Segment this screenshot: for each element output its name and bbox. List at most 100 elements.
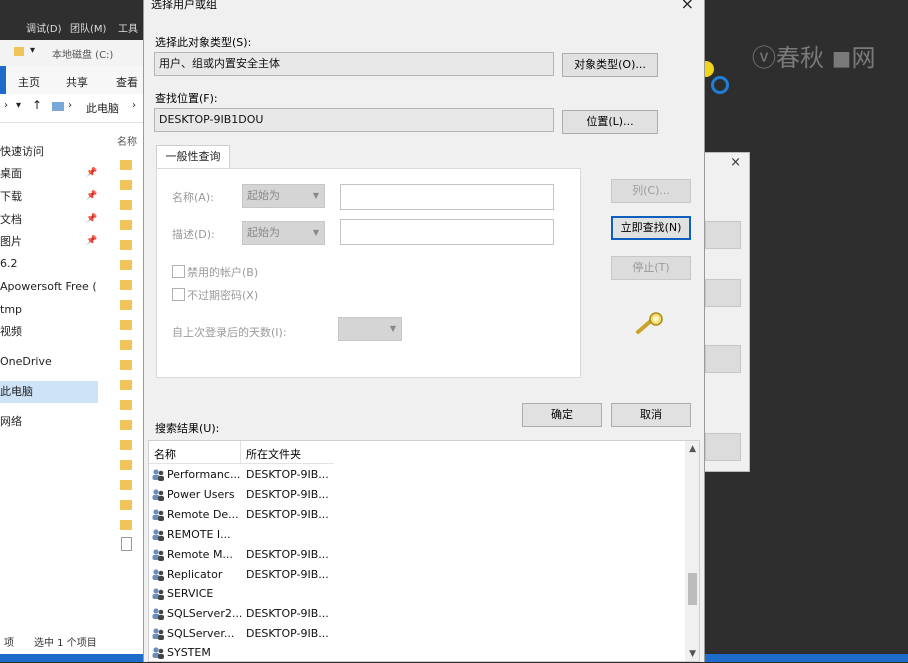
column-divider[interactable] bbox=[240, 441, 241, 463]
name-match-select[interactable]: 起始为 ▼ bbox=[242, 184, 325, 208]
folder-icon[interactable] bbox=[120, 320, 132, 330]
result-row[interactable]: REMOTE I... bbox=[149, 525, 689, 545]
nav-desktop[interactable]: 桌面 bbox=[0, 164, 22, 184]
pin-icon[interactable]: 📌 bbox=[86, 191, 97, 201]
pin-icon[interactable]: 📌 bbox=[86, 168, 97, 178]
menu-debug[interactable]: 调试(D) bbox=[26, 20, 62, 35]
nav-folder-6-2[interactable]: 6.2 bbox=[0, 254, 18, 274]
folder-icon[interactable] bbox=[120, 500, 132, 510]
name-input[interactable] bbox=[340, 184, 554, 210]
folder-icon[interactable] bbox=[120, 420, 132, 430]
result-row[interactable]: SYSTEM bbox=[149, 643, 689, 663]
result-row[interactable]: SQLServer2... DESKTOP-9IB... bbox=[149, 604, 689, 624]
select-users-dialog: 选择用户或组 × 选择此对象类型(S): 用户、组或内置安全主体 对象类型(O)… bbox=[143, 0, 705, 662]
stop-button[interactable]: 停止(T) bbox=[611, 256, 691, 280]
result-row[interactable]: Remote M... DESKTOP-9IB... bbox=[149, 545, 689, 565]
description-input[interactable] bbox=[340, 219, 554, 245]
result-row[interactable]: Remote De... DESKTOP-9IB... bbox=[149, 505, 689, 525]
pin-icon[interactable]: 📌 bbox=[86, 214, 97, 224]
object-types-button[interactable]: 对象类型(O)... bbox=[562, 53, 658, 77]
search-results-label: 搜索结果(U): bbox=[155, 422, 220, 435]
folder-icon[interactable] bbox=[120, 460, 132, 470]
nav-pictures[interactable]: 图片 bbox=[0, 232, 22, 252]
background-dialog-button[interactable] bbox=[705, 345, 741, 373]
column-header-name[interactable]: 名称 bbox=[154, 446, 176, 462]
tab-share[interactable]: 共享 bbox=[66, 74, 88, 90]
search-results-list[interactable]: 名称 所在文件夹 Performanc... DESKTOP-9IB... Po… bbox=[148, 440, 700, 662]
result-name: Remote M... bbox=[167, 548, 233, 561]
recent-dropdown-icon[interactable]: ▾ bbox=[16, 100, 21, 111]
result-row[interactable]: SERVICE bbox=[149, 584, 689, 604]
folder-icon[interactable] bbox=[120, 200, 132, 210]
folder-icon[interactable] bbox=[120, 380, 132, 390]
cancel-button[interactable]: 取消 bbox=[611, 403, 691, 427]
search-people-icon bbox=[636, 312, 663, 334]
result-name: REMOTE I... bbox=[167, 528, 231, 541]
ribbon-tabs: 主页 共享 查看 bbox=[0, 66, 150, 95]
nav-tmp[interactable]: tmp bbox=[0, 300, 22, 320]
menu-tools[interactable]: 工具 bbox=[118, 20, 138, 35]
folder-icon[interactable] bbox=[120, 340, 132, 350]
breadcrumb-this-pc[interactable]: 此电脑 bbox=[86, 100, 119, 116]
file-explorer-window: 调试(D) 团队(M) 工具 ▾ 本地磁盘 (C:) 主页 共享 查看 › ▾ … bbox=[0, 0, 150, 662]
tab-view[interactable]: 查看 bbox=[116, 74, 138, 90]
nav-apowersoft[interactable]: Apowersoft Free ( bbox=[0, 277, 97, 297]
folder-icon[interactable] bbox=[120, 160, 132, 170]
up-arrow-icon[interactable]: ↑ bbox=[32, 98, 42, 112]
close-icon[interactable]: × bbox=[730, 155, 741, 170]
locations-button[interactable]: 位置(L)... bbox=[562, 110, 658, 134]
days-since-logon-select[interactable]: ▼ bbox=[338, 317, 402, 341]
pin-icon[interactable]: 📌 bbox=[86, 236, 97, 246]
results-scrollbar[interactable]: ▲ ▼ bbox=[685, 441, 699, 661]
background-dialog-button[interactable] bbox=[705, 433, 741, 461]
scroll-down-icon[interactable]: ▼ bbox=[689, 649, 696, 659]
nav-network[interactable]: 网络 bbox=[0, 412, 22, 432]
folder-icon[interactable] bbox=[120, 360, 132, 370]
folder-icon[interactable] bbox=[120, 220, 132, 230]
column-header-name[interactable]: 名称 bbox=[117, 133, 137, 148]
background-dialog-button[interactable] bbox=[705, 279, 741, 307]
result-row[interactable]: Replicator DESKTOP-9IB... bbox=[149, 565, 689, 585]
result-name: Power Users bbox=[167, 488, 235, 501]
nav-documents[interactable]: 文档 bbox=[0, 210, 22, 230]
folder-icon[interactable] bbox=[120, 520, 132, 530]
folder-icon[interactable] bbox=[120, 480, 132, 490]
background-dialog-button[interactable] bbox=[705, 221, 741, 249]
scroll-thumb[interactable] bbox=[688, 573, 697, 605]
column-header-folder[interactable]: 所在文件夹 bbox=[246, 446, 301, 462]
file-icon[interactable] bbox=[121, 537, 132, 551]
tab-common-queries[interactable]: 一般性查询 bbox=[156, 145, 230, 170]
find-now-button[interactable]: 立即查找(N) bbox=[611, 216, 691, 240]
menu-team[interactable]: 团队(M) bbox=[70, 20, 106, 35]
description-match-select[interactable]: 起始为 ▼ bbox=[242, 221, 325, 245]
folder-icon[interactable] bbox=[120, 400, 132, 410]
description-match-value: 起始为 bbox=[247, 226, 280, 239]
forward-icon[interactable]: › bbox=[4, 100, 8, 111]
result-row[interactable]: Performanc... DESKTOP-9IB... bbox=[149, 465, 689, 485]
result-row[interactable]: SQLServer... DESKTOP-9IB... bbox=[149, 624, 689, 644]
folder-icon[interactable] bbox=[120, 280, 132, 290]
folder-icon[interactable] bbox=[120, 440, 132, 450]
result-name: SYSTEM bbox=[167, 646, 211, 659]
explorer-titlebar: 调试(D) 团队(M) 工具 bbox=[0, 0, 150, 40]
nav-this-pc[interactable]: 此电脑 bbox=[0, 382, 33, 402]
scroll-up-icon[interactable]: ▲ bbox=[689, 444, 696, 454]
nav-onedrive[interactable]: OneDrive bbox=[0, 352, 52, 372]
file-tab-indicator[interactable] bbox=[0, 66, 6, 94]
close-icon[interactable]: × bbox=[681, 0, 694, 13]
location-label: 查找位置(F): bbox=[155, 92, 218, 105]
result-row[interactable]: Power Users DESKTOP-9IB... bbox=[149, 485, 689, 505]
folder-icon[interactable] bbox=[120, 300, 132, 310]
folder-icon[interactable] bbox=[120, 180, 132, 190]
nav-downloads[interactable]: 下载 bbox=[0, 187, 22, 207]
columns-button[interactable]: 列(C)... bbox=[611, 179, 691, 203]
nav-videos[interactable]: 视频 bbox=[0, 322, 22, 342]
folder-icon[interactable] bbox=[120, 240, 132, 250]
tab-home[interactable]: 主页 bbox=[18, 74, 40, 90]
ok-button[interactable]: 确定 bbox=[522, 403, 602, 427]
folder-icon[interactable] bbox=[120, 260, 132, 270]
nav-quick-access[interactable]: 快速访问 bbox=[0, 142, 44, 162]
non-expiring-password-checkbox[interactable] bbox=[172, 288, 185, 301]
dropdown-icon[interactable]: ▾ bbox=[30, 45, 35, 56]
disabled-accounts-checkbox[interactable] bbox=[172, 265, 185, 278]
